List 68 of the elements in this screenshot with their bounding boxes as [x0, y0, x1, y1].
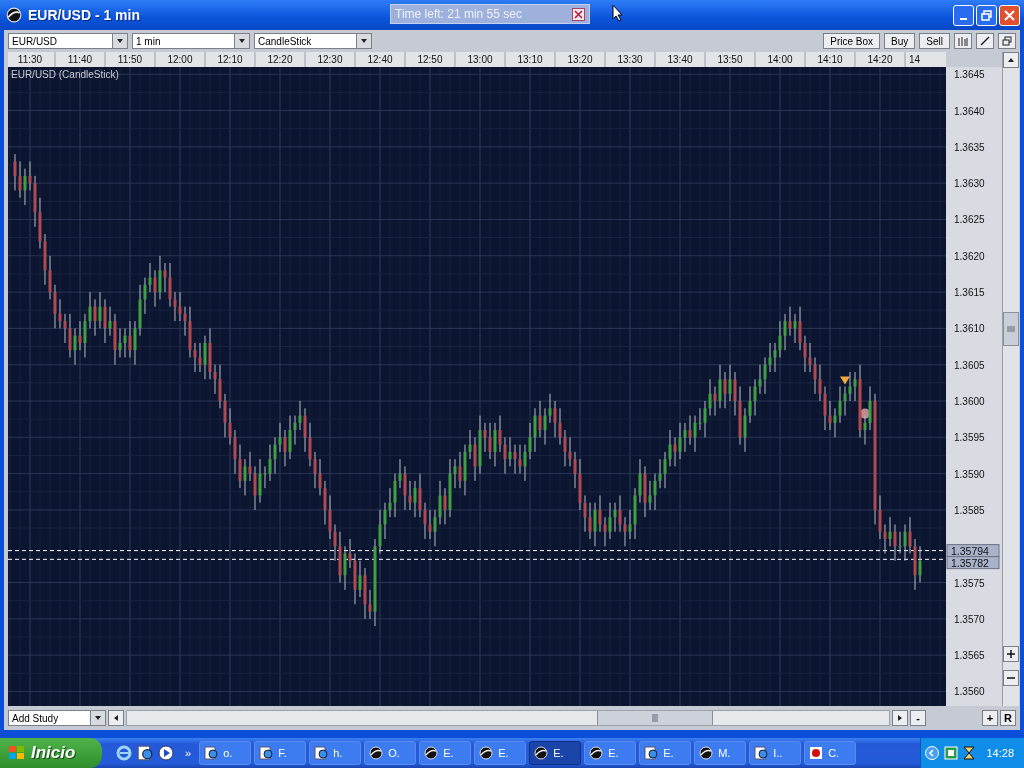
price-label: 1.3595 [954, 432, 985, 444]
taskbar-button[interactable]: F. [254, 741, 307, 765]
price-label: 1.3570 [954, 613, 985, 625]
chart-title: EUR/USD (CandleStick) [11, 69, 119, 80]
price-label: 1.3605 [954, 359, 985, 371]
ref-line-label: 1.35782 [951, 556, 990, 569]
time-label: 14:10 [817, 54, 843, 65]
time-label: 13:10 [517, 54, 543, 65]
price-label: 1.3575 [954, 577, 985, 589]
dropdown[interactable]: EUR/USD [8, 33, 128, 49]
time-label: 12:00 [167, 54, 193, 65]
time-label: 11:30 [17, 54, 43, 65]
price-label: 1.3585 [954, 504, 985, 516]
taskbar-button[interactable]: O. [364, 741, 417, 765]
toolbar-button[interactable]: Buy [884, 33, 916, 49]
taskbar-button[interactable]: E. [529, 741, 582, 765]
time-label: 13:00 [467, 54, 493, 65]
price-label: 1.3615 [954, 287, 985, 299]
taskbar-button[interactable]: E. [474, 741, 527, 765]
time-label: 12:40 [367, 54, 393, 65]
price-label: 1.3600 [954, 396, 985, 407]
toolbar-button[interactable]: Sell [919, 33, 950, 49]
clock: 14:28 [986, 747, 1014, 759]
price-marker: 1.35782 [946, 556, 1000, 570]
time-label: 13:30 [617, 54, 643, 65]
start-button[interactable]: Inicio [0, 738, 102, 768]
time-label: 14:00 [767, 54, 793, 65]
timer-text: Time left: 21 min 55 sec [395, 7, 522, 21]
price-label: 1.3565 [954, 650, 985, 662]
taskbar-button[interactable]: C. [804, 741, 857, 765]
taskbar-button[interactable]: E. [584, 741, 637, 765]
price-marker: 1.35794 [946, 544, 1000, 558]
time-label: 12:20 [267, 54, 293, 65]
time-label: 12:10 [217, 54, 243, 65]
time-label: 11:40 [67, 54, 93, 65]
zoom-button[interactable]: + [982, 710, 998, 726]
price-label: 1.3625 [954, 214, 985, 226]
time-label: 12:30 [317, 54, 343, 65]
time-label: 13:50 [717, 54, 743, 65]
time-label: 14:20 [867, 54, 893, 65]
time-label: 14 [909, 54, 921, 65]
time-label: 13:20 [567, 54, 593, 65]
taskbar-button[interactable]: I.. [749, 741, 802, 765]
zoom-button[interactable]: - [910, 710, 926, 726]
taskbar-button[interactable]: o. [199, 741, 252, 765]
price-label: 1.3590 [954, 468, 985, 480]
price-label: 1.3645 [954, 69, 985, 81]
reset-button[interactable]: R [1000, 710, 1016, 726]
time-label: 11:50 [117, 54, 143, 65]
dropdown[interactable]: Add Study [8, 710, 106, 726]
price-label: 1.3620 [954, 250, 985, 262]
price-label: 1.3560 [954, 686, 985, 698]
dropdown[interactable]: CandleStick [254, 33, 372, 49]
price-label: 1.3635 [954, 141, 985, 153]
window-title: EUR/USD - 1 min [28, 7, 140, 23]
time-label: 12:50 [417, 54, 443, 65]
ref-line-label: 1.35794 [951, 544, 990, 557]
price-label: 1.3610 [954, 323, 985, 335]
price-label: 1.3640 [954, 105, 985, 117]
time-label: 13:40 [667, 54, 693, 65]
taskbar-button[interactable]: E. [419, 741, 472, 765]
taskbar-button[interactable]: M. [694, 741, 747, 765]
price-label: 1.3630 [954, 178, 985, 190]
more-button[interactable]: » [185, 747, 192, 759]
dropdown[interactable]: 1 min [132, 33, 250, 49]
taskbar-button[interactable]: E. [639, 741, 692, 765]
taskbar-button[interactable]: h. [309, 741, 362, 765]
toolbar-button[interactable]: Price Box [823, 33, 881, 49]
